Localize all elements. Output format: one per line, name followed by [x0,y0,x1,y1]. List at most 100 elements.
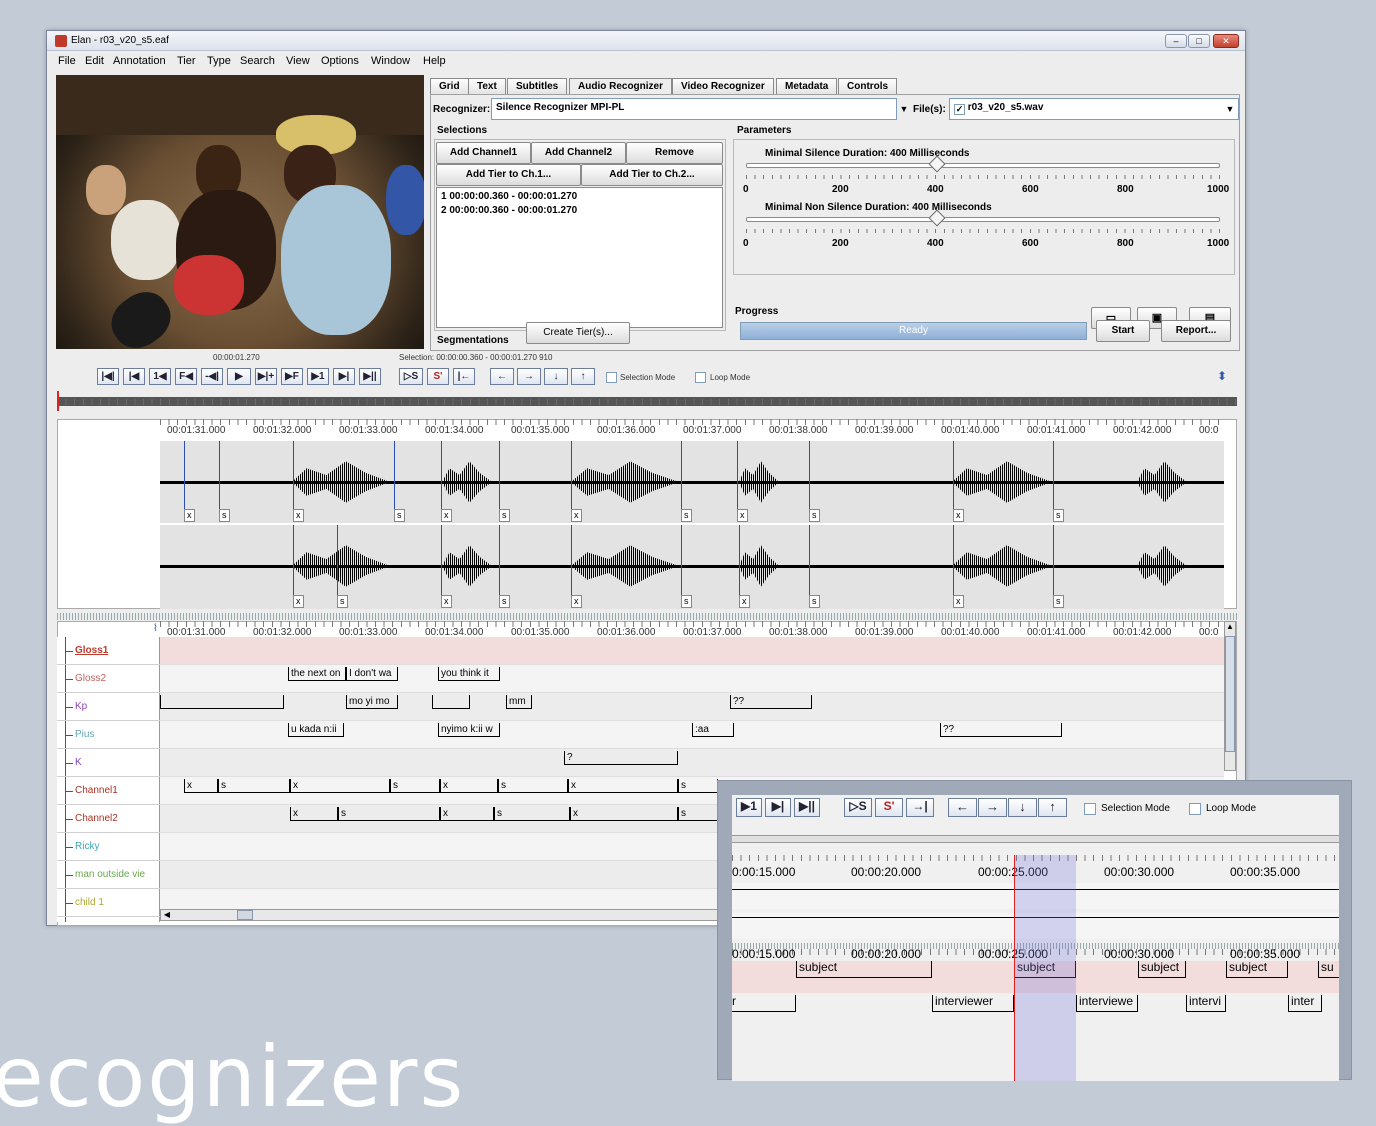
tier-label-channel2[interactable]: Channel2 [57,805,160,833]
inset-step-forward-button[interactable]: ▶1 [736,798,762,817]
tab-grid[interactable]: Grid [430,78,469,94]
tab-audio-recognizer[interactable]: Audio Recognizer [569,78,673,95]
annotation[interactable]: mm [506,695,532,709]
selections-list[interactable]: 1 00:00:00.360 - 00:00:01.270 2 00:00:00… [436,187,723,328]
recognizer-select[interactable]: Silence Recognizer MPI-PL [491,98,897,120]
annotation[interactable]: you think it [438,667,500,681]
inset-annotation[interactable]: r [732,995,796,1012]
tab-text[interactable]: Text [468,78,506,94]
tier-row-k[interactable] [160,749,1224,777]
channel1-marker[interactable]: x [184,509,195,522]
inset-annotation[interactable]: subject [1138,961,1186,978]
inset-arrow-up-button[interactable]: ↑ [1038,798,1067,817]
channel1-marker[interactable]: s [681,509,692,522]
tier-label-man-outside-vie[interactable]: man outside vie [57,861,160,889]
file-checkbox[interactable]: ✓ [954,104,965,115]
report-button[interactable]: Report... [1161,320,1231,342]
arrow-right-button[interactable]: → [517,368,541,385]
go-to-end-button[interactable]: ▶|| [359,368,381,385]
file-select[interactable]: ✓ r03_v20_s5.wav [949,98,1239,120]
scroll-up-icon[interactable]: ▲ [1225,622,1235,634]
annotation[interactable]: the next on [288,667,346,681]
menu-type[interactable]: Type [207,55,231,67]
tier-row-kp[interactable] [160,693,1224,721]
annotation[interactable]: x [440,779,498,793]
menu-annotation[interactable]: Annotation [113,55,166,67]
channel2-marker[interactable]: x [953,595,964,608]
annotation[interactable]: s [218,779,290,793]
channel1-marker[interactable]: s [809,509,820,522]
annotation[interactable]: x [290,807,338,821]
tier-label-ricky[interactable]: Ricky [57,833,160,861]
inset-boundary-button[interactable]: →| [906,798,934,817]
chevron-down-icon[interactable]: ▼ [897,99,911,119]
create-tiers-button[interactable]: Create Tier(s)... [526,322,630,344]
menu-search[interactable]: Search [240,55,275,67]
channel2-marker[interactable]: x [293,595,304,608]
channel1-marker[interactable]: x [293,509,304,522]
scroll-thumb[interactable] [237,910,253,920]
tier-label-child-1[interactable]: child 1 [57,889,160,917]
tier-label-k[interactable]: K [57,749,160,777]
tier-label-gloss2[interactable]: Gloss2 [57,665,160,693]
channel1-marker[interactable]: x [441,509,452,522]
inset-annotation[interactable]: subject [796,961,932,978]
step-back-second-button[interactable]: 1◀ [149,368,171,385]
step-back-frame-button[interactable]: F◀ [175,368,197,385]
scroll-left-icon[interactable]: ◀ [161,910,173,920]
annotation[interactable]: s [338,807,440,821]
video-viewer[interactable] [56,75,424,349]
play-button[interactable]: ▶ [227,368,251,385]
inset-next-button[interactable]: ▶| [765,798,791,817]
list-item[interactable]: 1 00:00:00.360 - 00:00:01.270 [441,190,718,204]
step-forward-second-button[interactable]: ▶1 [307,368,329,385]
channel1-marker[interactable]: s [219,509,230,522]
start-button[interactable]: Start [1096,320,1150,342]
annotation[interactable]: ?? [940,723,1062,737]
horizontal-scrollbar[interactable]: ◀ [160,909,720,921]
inset-annotation[interactable]: subject [1226,961,1288,978]
minimize-icon[interactable]: – [1165,34,1187,48]
annotation[interactable] [160,695,284,709]
next-button[interactable]: ▶| [333,368,355,385]
menu-edit[interactable]: Edit [85,55,104,67]
add-tier-ch1-button[interactable]: Add Tier to Ch.1... [436,164,581,186]
annotation[interactable]: x [570,807,678,821]
close-icon[interactable]: ✕ [1213,34,1239,48]
play-selection-button[interactable]: ▷S [399,368,423,385]
arrow-left-button[interactable]: ← [490,368,514,385]
menu-file[interactable]: File [58,55,76,67]
tab-controls[interactable]: Controls [838,78,898,94]
annotation[interactable]: mo yi mo [346,695,398,709]
inset-arrow-down-button[interactable]: ↓ [1008,798,1037,817]
channel1-marker[interactable]: s [499,509,510,522]
tab-video-recognizer[interactable]: Video Recognizer [672,78,774,94]
selection-mode-checkbox[interactable] [606,372,617,383]
arrow-up-button[interactable]: ↑ [571,368,595,385]
tier-label-kp[interactable]: Kp [57,693,160,721]
inset-arrow-left-button[interactable]: ← [948,798,977,817]
arrow-down-button[interactable]: ↓ [544,368,568,385]
splitter-handle[interactable] [57,613,1237,620]
remove-button[interactable]: Remove [626,142,723,164]
channel1-marker[interactable]: x [737,509,748,522]
tier-label-pius[interactable]: Pius [57,721,160,749]
tier-row-gloss1[interactable] [160,637,1224,665]
vertical-scrollbar[interactable]: ▲ [1224,621,1236,771]
inset-annotation[interactable]: intervi [1186,995,1226,1012]
annotation[interactable]: s [678,807,718,821]
chevron-down-icon[interactable]: ▼ [1223,99,1237,119]
inset-arrow-right-button[interactable]: → [978,798,1007,817]
tier-label-gloss1[interactable]: Gloss1 [57,637,160,665]
previous-frame-button[interactable]: |◀ [123,368,145,385]
annotation[interactable]: :aa [692,723,734,737]
list-item[interactable]: 2 00:00:00.360 - 00:00:01.270 [441,204,718,218]
menu-options[interactable]: Options [321,55,359,67]
menu-view[interactable]: View [286,55,310,67]
inset-clear-selection-button[interactable]: S' [875,798,903,817]
menu-help[interactable]: Help [423,55,446,67]
silence-duration-slider[interactable] [746,163,1220,168]
annotation[interactable]: s [390,779,440,793]
go-to-begin-button[interactable]: |◀| [97,368,119,385]
maximize-icon[interactable]: □ [1188,34,1210,48]
